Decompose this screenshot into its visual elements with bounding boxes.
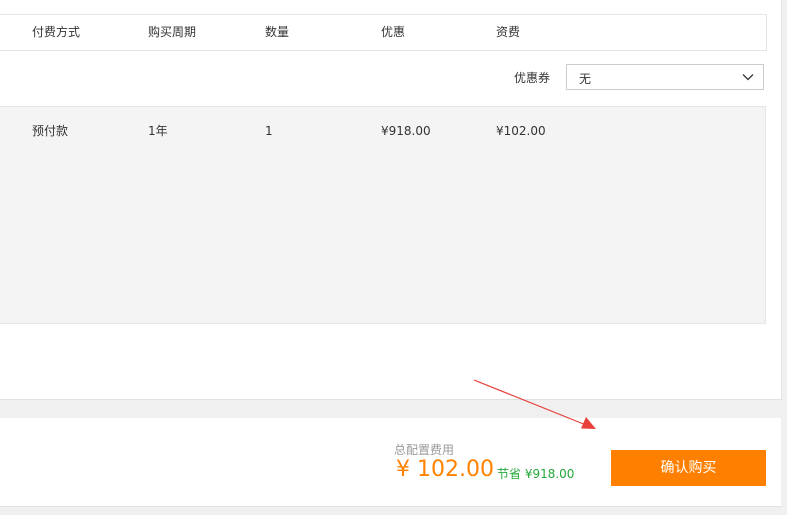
coupon-label: 优惠券	[514, 71, 551, 85]
order-panel: 付费方式 购买周期 数量 优惠 资费 优惠券 无 预付款 1年 1 ¥918.0…	[0, 0, 782, 400]
table-row: 预付款 1年 1 ¥918.00 ¥102.00	[0, 106, 766, 324]
header-purchase-period: 购买周期	[148, 25, 197, 39]
total-cost-label: 总配置费用	[394, 443, 455, 457]
cell-payment-method: 预付款	[32, 124, 69, 138]
header-fee: 资费	[496, 25, 521, 39]
confirm-purchase-button[interactable]: 确认购买	[611, 450, 766, 486]
header-quantity: 数量	[265, 25, 290, 39]
total-price: ¥ 102.00	[396, 457, 494, 482]
coupon-selected-value: 无	[579, 72, 592, 86]
cell-quantity: 1	[265, 124, 273, 138]
chevron-down-icon	[742, 74, 754, 81]
purchase-footer: 总配置费用 ¥ 102.00 节省 ¥918.00 确认购买	[0, 418, 781, 507]
cell-purchase-period: 1年	[148, 124, 168, 138]
savings-label: 节省 ¥918.00	[497, 467, 575, 481]
table-header: 付费方式 购买周期 数量 优惠 资费	[0, 14, 767, 51]
cell-discount: ¥918.00	[381, 124, 431, 138]
cell-fee: ¥102.00	[496, 124, 546, 138]
header-payment-method: 付费方式	[32, 25, 81, 39]
header-discount: 优惠	[381, 25, 406, 39]
coupon-select[interactable]: 无	[566, 64, 764, 90]
